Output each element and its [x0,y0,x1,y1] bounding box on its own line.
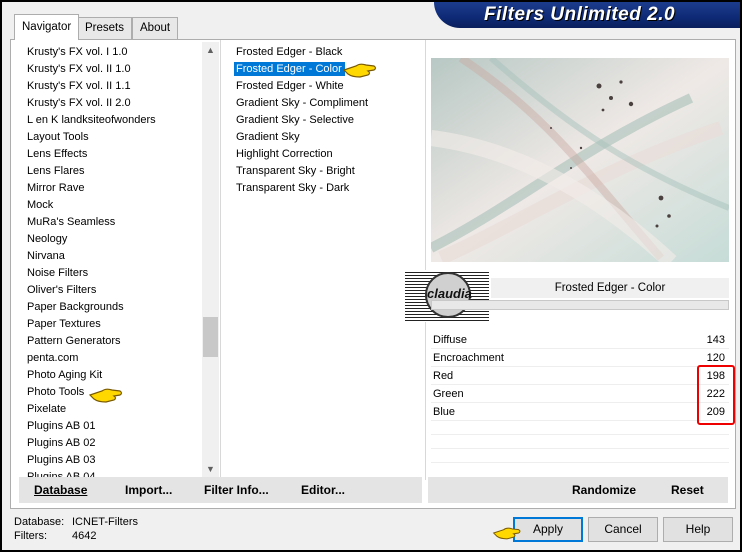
status-database-label: Database: [14,516,65,528]
help-button[interactable]: Help [663,517,733,542]
apply-button[interactable]: Apply [513,517,583,542]
author-logo: claudia [405,270,489,322]
status-database-value: ICNET-Filters [72,516,138,528]
parameter-value: 209 [706,406,725,418]
filter-item[interactable]: Frosted Edger - White [233,78,423,95]
parameter-slider[interactable]: Green 222 [431,385,729,403]
parameter-label: Green [433,388,464,400]
reset-button[interactable]: Reset [671,477,704,503]
category-item[interactable]: Lens Effects [21,146,201,163]
category-item[interactable]: Paper Textures [21,316,201,333]
import-button[interactable]: Import... [125,477,172,503]
parameter-value: 222 [706,388,725,400]
filter-description-bar [431,300,729,310]
category-item[interactable]: Noise Filters [21,265,201,282]
cancel-button[interactable]: Cancel [588,517,658,542]
editor-button[interactable]: Editor... [301,477,345,503]
filter-list: Frosted Edger - Black Frosted Edger - Col… [233,44,423,197]
tab-navigator[interactable]: Navigator [14,14,80,40]
selected-filter-name: Frosted Edger - Color [491,278,729,298]
pointing-hand-icon [88,388,123,403]
category-scrollbar[interactable]: ▲ ▼ [202,42,219,478]
parameter-label: Diffuse [433,334,468,346]
category-item[interactable]: penta.com [21,350,201,367]
tab-presets[interactable]: Presets [77,17,132,39]
filter-item-label: Gradient Sky - Selective [236,114,354,126]
left-button-bar: Database Import... Filter Info... Editor… [19,477,422,503]
category-item[interactable]: Krusty's FX vol. II 1.0 [21,61,201,78]
category-item[interactable]: Pattern Generators [21,333,201,350]
category-item[interactable]: Plugins AB 02 [21,435,201,452]
database-button[interactable]: Database [34,477,87,503]
filter-item[interactable]: Frosted Edger - Black [233,44,423,61]
empty-parameter-slot [431,435,729,449]
parameter-label: Encroachment [433,352,504,364]
pointing-hand-icon [342,63,377,78]
category-item[interactable]: Mirror Rave [21,180,201,197]
category-item[interactable]: Photo Aging Kit [21,367,201,384]
category-item[interactable]: L en K landksiteofwonders [21,112,201,129]
scroll-down-icon[interactable]: ▼ [202,461,219,478]
status-filters: Filters: 4642 [14,530,96,542]
filter-item-label: Frosted Edger - White [236,80,344,92]
filter-item-label: Frosted Edger - Color [233,61,346,77]
filter-item[interactable]: Transparent Sky - Bright [233,163,423,180]
filter-item-label: Highlight Correction [236,148,333,160]
parameter-label: Red [433,370,454,382]
parameter-value: 143 [706,334,725,346]
status-filters-value: 4642 [72,530,97,542]
scroll-up-icon[interactable]: ▲ [202,42,219,59]
pointing-hand-icon [492,527,521,540]
category-item[interactable]: Oliver's Filters [21,282,201,299]
category-item[interactable]: MuRa's Seamless [21,214,201,231]
category-list: Krusty's FX vol. I 1.0 Krusty's FX vol. I… [21,44,201,486]
randomize-button[interactable]: Randomize [572,477,636,503]
category-item[interactable]: Layout Tools [21,129,201,146]
parameter-slider[interactable]: Blue 209 [431,403,729,421]
category-item[interactable]: Krusty's FX vol. II 2.0 [21,95,201,112]
category-item[interactable]: Neology [21,231,201,248]
filter-item-label: Gradient Sky [236,131,300,143]
filters-unlimited-window: Navigator Presets About Filters Unlimite… [2,2,740,550]
category-item[interactable]: Krusty's FX vol. II 1.1 [21,78,201,95]
parameter-slider[interactable]: Diffuse 143 [431,331,729,349]
divider [425,40,426,480]
category-item[interactable]: Paper Backgrounds [21,299,201,316]
filter-item[interactable]: Gradient Sky - Compliment [233,95,423,112]
filter-info-button[interactable]: Filter Info... [204,477,269,503]
category-item[interactable]: Nirvana [21,248,201,265]
filter-item[interactable]: Gradient Sky [233,129,423,146]
filter-item[interactable]: Highlight Correction [233,146,423,163]
divider [220,40,221,480]
filter-item-label: Transparent Sky - Dark [236,182,350,194]
filter-preview-image [431,58,729,262]
parameter-value: 198 [706,370,725,382]
empty-parameter-slot [431,421,729,435]
category-item[interactable]: Plugins AB 03 [21,452,201,469]
status-database: Database: ICNET-Filters [14,516,138,528]
tab-about[interactable]: About [132,17,179,39]
filter-item[interactable]: Transparent Sky - Dark [233,180,423,197]
right-button-bar: Randomize Reset [428,477,728,503]
category-item[interactable]: Plugins AB 01 [21,418,201,435]
scroll-thumb[interactable] [203,317,218,357]
filter-item-label: Frosted Edger - Black [236,46,343,58]
app-title: Filters Unlimited 2.0 [434,2,740,28]
parameter-value: 120 [706,352,725,364]
empty-parameter-slot [431,449,729,463]
navigator-panel: Krusty's FX vol. I 1.0 Krusty's FX vol. I… [10,39,736,509]
parameter-slider[interactable]: Encroachment 120 [431,349,729,367]
parameter-slider[interactable]: Red 198 [431,367,729,385]
status-filters-label: Filters: [14,530,47,542]
filter-item-label: Transparent Sky - Bright [236,165,355,177]
parameter-sliders: Diffuse 143 Encroachment 120 Red 198 Green 222 B… [431,331,729,463]
filter-item-label: Gradient Sky - Compliment [236,97,369,109]
category-item[interactable]: Krusty's FX vol. I 1.0 [21,44,201,61]
filter-item[interactable]: Frosted Edger - Color [233,61,423,78]
logo-text: claudia [425,272,472,318]
category-item[interactable]: Lens Flares [21,163,201,180]
filter-item[interactable]: Gradient Sky - Selective [233,112,423,129]
category-item[interactable]: Mock [21,197,201,214]
parameter-label: Blue [433,406,456,418]
